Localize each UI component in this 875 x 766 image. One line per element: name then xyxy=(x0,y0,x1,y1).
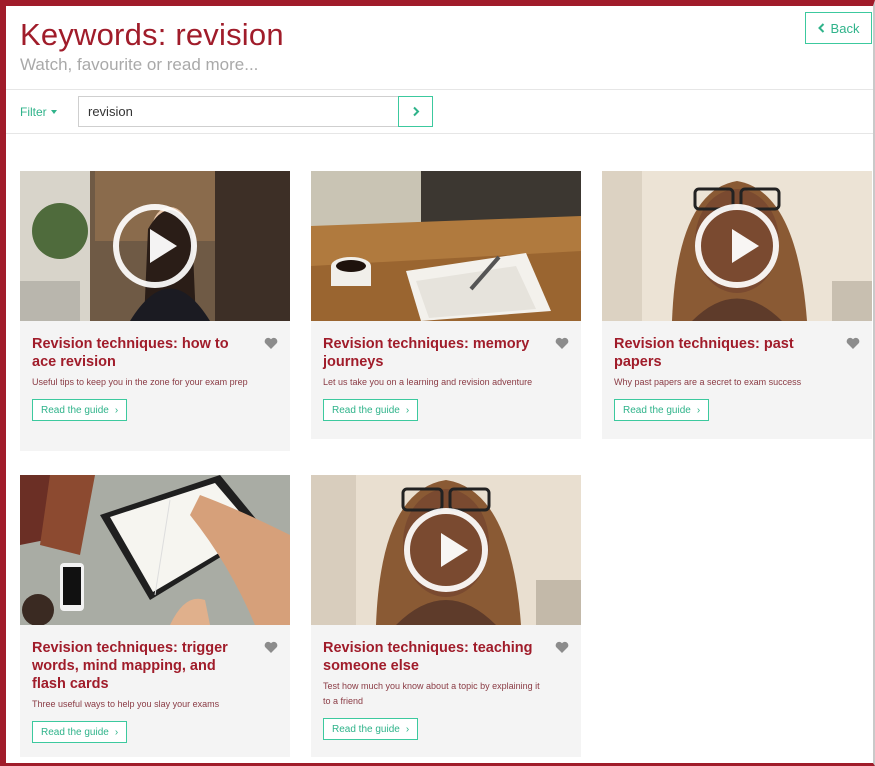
chevron-right-icon: › xyxy=(114,404,119,416)
card-body: Revision techniques: memory journeys Let… xyxy=(311,321,581,433)
caret-down-icon xyxy=(50,109,57,114)
read-guide-label: Read the guide xyxy=(332,723,400,735)
card-description: Test how much you know about a topic by … xyxy=(323,681,540,706)
card-title[interactable]: Revision techniques: how to ace revision xyxy=(32,335,250,371)
play-button[interactable] xyxy=(695,204,779,288)
thumbnail-image xyxy=(20,475,290,625)
search-input[interactable] xyxy=(78,96,398,127)
card-title[interactable]: Revision techniques: past papers xyxy=(614,335,832,371)
page-subtitle: Watch, favourite or read more... xyxy=(20,55,259,74)
divider xyxy=(6,89,873,90)
guide-card[interactable]: Revision techniques: memory journeys Let… xyxy=(311,171,581,439)
video-thumbnail[interactable] xyxy=(602,171,872,321)
video-thumbnail[interactable] xyxy=(311,475,581,625)
guide-thumbnail[interactable] xyxy=(20,475,290,625)
guide-card[interactable]: Revision techniques: how to ace revision… xyxy=(20,171,290,451)
page-frame: Keywords: revision Watch, favourite or r… xyxy=(0,0,875,766)
filter-label: Filter xyxy=(20,104,47,119)
guide-card[interactable]: Revision techniques: trigger words, mind… xyxy=(20,475,290,757)
card-body: Revision techniques: teaching someone el… xyxy=(311,625,581,752)
read-guide-label: Read the guide xyxy=(332,404,400,416)
guide-thumbnail[interactable] xyxy=(311,171,581,321)
card-body: Revision techniques: past papers Why pas… xyxy=(602,321,872,433)
filter-dropdown[interactable]: Filter xyxy=(20,105,78,119)
card-body: Revision techniques: how to ace revision… xyxy=(20,321,290,433)
card-body: Revision techniques: trigger words, mind… xyxy=(20,625,290,755)
play-button[interactable] xyxy=(404,508,488,592)
heart-icon[interactable] xyxy=(555,337,569,350)
card-description: Why past papers are a secret to exam suc… xyxy=(614,377,802,387)
read-guide-button[interactable]: Read the guide › xyxy=(32,399,128,421)
card-description: Useful tips to keep you in the zone for … xyxy=(32,377,248,387)
card-description: Let us take you on a learning and revisi… xyxy=(323,377,533,387)
heart-icon[interactable] xyxy=(264,641,278,654)
card-description: Three useful ways to help you slay your … xyxy=(32,699,220,709)
read-guide-label: Read the guide xyxy=(623,404,691,416)
read-guide-button[interactable]: Read the guide › xyxy=(323,399,419,421)
read-guide-label: Read the guide xyxy=(41,726,109,738)
card-title[interactable]: Revision techniques: memory journeys xyxy=(323,335,541,371)
back-button-label: Back xyxy=(830,20,860,36)
guide-card[interactable]: Revision techniques: teaching someone el… xyxy=(311,475,581,757)
divider xyxy=(6,133,873,134)
guide-card[interactable]: Revision techniques: past papers Why pas… xyxy=(602,171,872,439)
chevron-right-icon: › xyxy=(696,404,701,416)
chevron-left-icon xyxy=(817,23,824,33)
read-guide-button[interactable]: Read the guide › xyxy=(323,718,419,740)
page-header: Keywords: revision Watch, favourite or r… xyxy=(20,16,284,76)
heart-icon[interactable] xyxy=(555,641,569,654)
chevron-right-icon: › xyxy=(405,723,410,735)
heart-icon[interactable] xyxy=(846,337,860,350)
back-button[interactable]: Back xyxy=(805,12,872,44)
chevron-right-icon: › xyxy=(405,404,410,416)
heart-icon[interactable] xyxy=(264,337,278,350)
read-guide-button[interactable]: Read the guide › xyxy=(614,399,710,421)
play-button[interactable] xyxy=(113,204,197,288)
chevron-right-icon xyxy=(412,106,419,117)
video-thumbnail[interactable] xyxy=(20,171,290,321)
chevron-right-icon: › xyxy=(114,726,119,738)
page-title: Keywords: revision xyxy=(20,17,284,52)
read-guide-button[interactable]: Read the guide › xyxy=(32,721,128,743)
read-guide-label: Read the guide xyxy=(41,404,109,416)
card-title[interactable]: Revision techniques: teaching someone el… xyxy=(323,639,541,675)
filter-bar: Filter xyxy=(20,96,433,127)
card-title[interactable]: Revision techniques: trigger words, mind… xyxy=(32,639,250,693)
thumbnail-image xyxy=(311,171,581,321)
search-submit-button[interactable] xyxy=(398,96,433,127)
